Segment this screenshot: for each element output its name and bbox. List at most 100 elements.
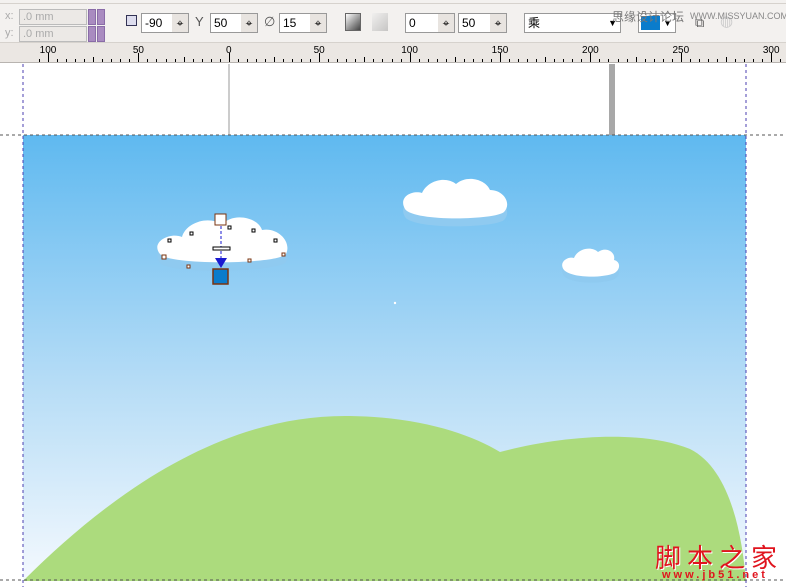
ruler-tick [337, 59, 338, 62]
ruler-tick [518, 59, 519, 62]
ruler-tick [274, 57, 275, 62]
ruler-tick [536, 59, 537, 62]
ruler-tick [491, 59, 492, 62]
ruler-tick [57, 59, 58, 62]
center-dot [394, 302, 396, 304]
ruler-tick [509, 59, 510, 62]
ruler-tick [238, 59, 239, 62]
ruler-tick [310, 59, 311, 62]
ruler-tick [735, 59, 736, 62]
ruler-tick [202, 59, 203, 62]
midpoint-value: 50 [214, 16, 227, 30]
nudge-icon[interactable]: ⌖ [490, 14, 506, 32]
ruler-tick [608, 59, 609, 62]
ruler-tick [120, 59, 121, 62]
start-handle[interactable] [215, 214, 226, 225]
nudge-icon[interactable]: ⌖ [241, 14, 257, 32]
ruler-tick [699, 59, 700, 62]
ruler-label: 0 [226, 45, 232, 56]
ruler-tick [129, 59, 130, 62]
copy-transparency-icon[interactable] [372, 13, 388, 31]
ruler-tick [93, 57, 94, 62]
ruler-label: 100 [40, 45, 57, 56]
ruler-tick [292, 59, 293, 62]
end-handle[interactable] [213, 269, 228, 284]
ruler-tick [193, 59, 194, 62]
nudge-icon[interactable]: ⌖ [438, 14, 454, 32]
ruler-tick [563, 59, 564, 62]
end-opacity-input[interactable]: 50⌖ [458, 13, 507, 33]
ruler-tick [726, 57, 727, 62]
ruler-tick [717, 59, 718, 62]
ruler-tick [175, 59, 176, 62]
property-bar: x: .0 mm y: .0 mm -90⌖ Y 50⌖ ∅ 15⌖ 0⌖ 50… [0, 0, 786, 43]
ruler-tick [627, 59, 628, 62]
start-opacity-input[interactable]: 0⌖ [405, 13, 455, 33]
scrollbar[interactable] [609, 64, 615, 135]
ruler-tick [102, 59, 103, 62]
ruler-tick [184, 57, 185, 62]
y-spin-down[interactable] [88, 26, 96, 42]
edge-pad-input[interactable]: 15 ⌖ [279, 13, 327, 33]
ruler-tick [482, 59, 483, 62]
ruler-tick [166, 59, 167, 62]
ruler-label: 50 [133, 45, 144, 56]
ruler-tick [382, 59, 383, 62]
merge-mode-value: 乘 [528, 16, 540, 30]
nudge-icon[interactable]: ⌖ [172, 14, 188, 32]
ruler-tick [599, 59, 600, 62]
ruler-tick [554, 59, 555, 62]
horizontal-ruler[interactable]: 10050050100150200250300 [0, 43, 786, 63]
ruler-tick [111, 59, 112, 62]
ruler-tick [156, 59, 157, 62]
ruler-tick [446, 59, 447, 62]
ruler-label: 150 [492, 45, 509, 56]
ruler-tick [364, 57, 365, 62]
ruler-tick [75, 59, 76, 62]
angle-value: -90 [145, 16, 162, 30]
ruler-tick [346, 59, 347, 62]
nudge-icon[interactable]: ⌖ [310, 14, 326, 32]
angle-icon [126, 15, 137, 26]
y-spin-up[interactable] [97, 26, 105, 42]
ruler-tick [428, 59, 429, 62]
ruler-tick [401, 59, 402, 62]
ruler-tick [654, 59, 655, 62]
ruler-tick [690, 59, 691, 62]
x-position-input[interactable]: .0 mm [19, 9, 87, 25]
midpoint-slider[interactable] [213, 247, 230, 250]
ruler-tick [39, 59, 40, 62]
ruler-tick [663, 59, 664, 62]
edge-pad-value: 15 [283, 16, 296, 30]
y-label: y: [5, 27, 14, 39]
ruler-tick [545, 57, 546, 62]
ruler-tick [147, 59, 148, 62]
ruler-tick [373, 59, 374, 62]
x-spin-up[interactable] [97, 9, 105, 25]
start-opacity-value: 0 [409, 16, 416, 30]
ruler-label: 100 [401, 45, 418, 56]
transparency-fill-icon[interactable] [345, 13, 361, 31]
midpoint-input[interactable]: 50 ⌖ [210, 13, 258, 33]
ruler-tick [84, 59, 85, 62]
ruler-tick [572, 59, 573, 62]
divider [0, 3, 786, 4]
watermark-brand-url: www.jb51.net [662, 569, 768, 581]
ruler-tick [265, 59, 266, 62]
drawing-canvas[interactable] [0, 64, 786, 587]
ruler-tick [301, 59, 302, 62]
angle-input[interactable]: -90 ⌖ [141, 13, 189, 33]
edge-pad-icon: ∅ [264, 14, 275, 30]
ruler-tick [744, 59, 745, 62]
merge-mode-dropdown[interactable]: 乘▼ [524, 13, 621, 33]
ruler-tick [581, 59, 582, 62]
y-position-input[interactable]: .0 mm [19, 26, 87, 42]
ruler-tick [753, 59, 754, 62]
ruler-label: 250 [672, 45, 689, 56]
ruler-tick [618, 59, 619, 62]
ruler-tick [527, 59, 528, 62]
midpoint-icon: Y [195, 14, 204, 30]
ruler-tick [762, 59, 763, 62]
watermark-url: WWW.MISSYUAN.COM [690, 11, 786, 21]
x-spin-down[interactable] [88, 9, 96, 25]
